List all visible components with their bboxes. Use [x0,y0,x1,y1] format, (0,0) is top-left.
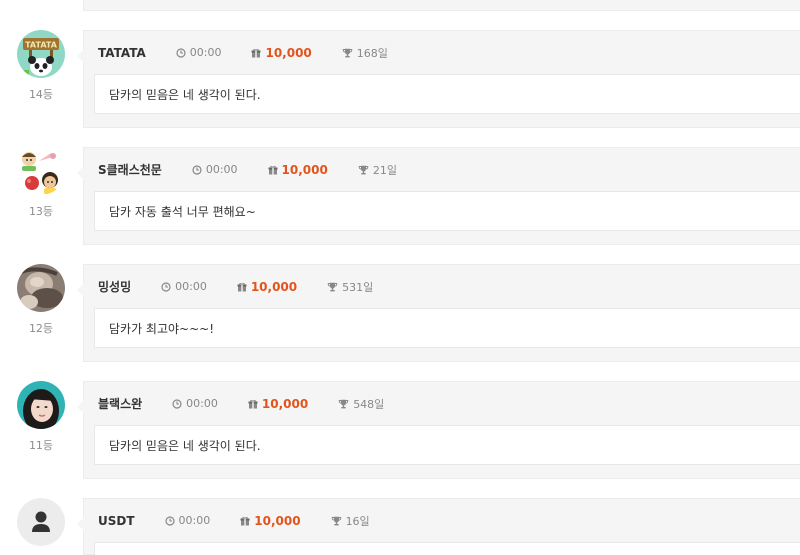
rank-label: 12등 [28,322,54,335]
rank-label: 13등 [28,205,54,218]
trophy-icon [338,399,349,408]
time-value: 00:00 [205,163,238,176]
streak-days: 21일 [358,162,397,178]
nickname[interactable]: TATATA [98,46,146,60]
greeting-message [94,542,800,555]
attendance-feed: TATATA 14등 TATATA 00:00 10,000 168일 담카의 … [0,0,800,555]
check-in-time: 00:00 [172,397,218,410]
streak-days: 168일 [342,45,388,61]
entry-meta: TATATA 00:00 10,000 168일 [84,31,800,74]
streak-value: 21일 [372,163,397,177]
nickname[interactable]: S클래스천문 [98,161,162,178]
streak-days: 548일 [338,396,384,412]
clock-icon [164,515,175,526]
attendance-card: USDT 00:00 10,000 16일 [77,498,800,555]
gift-icon [240,516,250,525]
points-value: 10,000 [281,162,328,177]
reward-points: 10,000 [248,397,308,411]
streak-days: 531일 [327,279,373,295]
entry-meta: 블랙스완 00:00 10,000 548일 [84,382,800,425]
reward-points: 10,000 [268,163,328,177]
cartoon-characters-avatar-icon [17,147,65,195]
nickname[interactable]: 블랙스완 [98,395,142,412]
greeting-message: 담카 자동 출석 너무 편해요~ [94,191,800,231]
reward-points: 10,000 [251,45,312,60]
attendance-card: 블랙스완 00:00 10,000 548일 담카의 믿음은 네 생각이 된다. [77,381,800,479]
streak-value: 168일 [356,46,388,60]
nickname[interactable]: USDT [98,514,135,528]
check-in-time: 00:00 [176,46,222,59]
trophy-icon [342,48,353,57]
greeting-message: 담카가 최고야~~~! [94,308,800,348]
trophy-icon [331,516,341,525]
clock-icon [176,47,186,58]
trophy-icon [327,282,338,291]
points-value: 10,000 [250,279,298,294]
entry-meta: USDT 00:00 10,000 16일 [84,499,800,542]
entry-meta: 밍성밍 00:00 10,000 531일 [84,265,800,308]
check-in-time: 00:00 [192,163,238,176]
portrait-photo-avatar-icon [17,381,65,429]
greeting-message: 담카의 믿음은 네 생각이 된다. [94,425,800,465]
clock-icon [192,164,202,175]
photo-avatar-icon [17,264,65,312]
time-value: 00:00 [175,280,207,293]
greeting-message: 담카의 믿음은 네 생각이 된다. [94,74,800,114]
trophy-icon [358,165,369,174]
rank-label: 11등 [28,439,54,452]
streak-value: 16일 [345,514,370,528]
points-value: 10,000 [265,45,312,60]
user-avatar[interactable] [17,381,65,429]
user-avatar[interactable]: TATATA [17,30,65,78]
gift-icon [251,48,261,57]
streak-days: 16일 [331,513,370,529]
user-avatar[interactable] [17,264,65,312]
tatata-sign-avatar-icon: TATATA [17,30,65,78]
clock-icon [161,281,171,292]
gift-icon [248,399,258,408]
entry-meta: S클래스천문 00:00 10,000 21일 [84,148,800,191]
attendance-card: 밍성밍 00:00 10,000 531일 담카가 최고야~~~! [77,264,800,362]
points-value: 10,000 [254,513,301,528]
svg-text:TATATA: TATATA [25,41,58,50]
time-value: 00:00 [186,397,218,410]
rank-label: 14등 [28,88,54,101]
gift-icon [268,165,278,174]
attendance-card: S클래스천문 00:00 10,000 21일 담카 자동 출석 너무 편해요~ [77,147,800,245]
attendance-card: TATATA 00:00 10,000 168일 담카의 믿음은 네 생각이 된… [77,30,800,128]
check-in-time: 00:00 [161,280,207,293]
clock-icon [172,398,182,409]
nickname[interactable]: 밍성밍 [98,278,131,295]
user-avatar[interactable] [17,498,65,546]
streak-value: 531일 [342,280,374,294]
reward-points: 10,000 [237,280,297,294]
reward-points: 10,000 [240,513,301,528]
streak-value: 548일 [353,397,385,411]
time-value: 00:00 [178,514,211,527]
gift-icon [237,282,247,291]
time-value: 00:00 [189,46,222,59]
check-in-time: 00:00 [164,514,211,527]
points-value: 10,000 [261,396,309,411]
previous-entry-card [83,0,800,11]
default-user-avatar-icon [17,498,65,546]
user-avatar[interactable] [17,147,65,195]
